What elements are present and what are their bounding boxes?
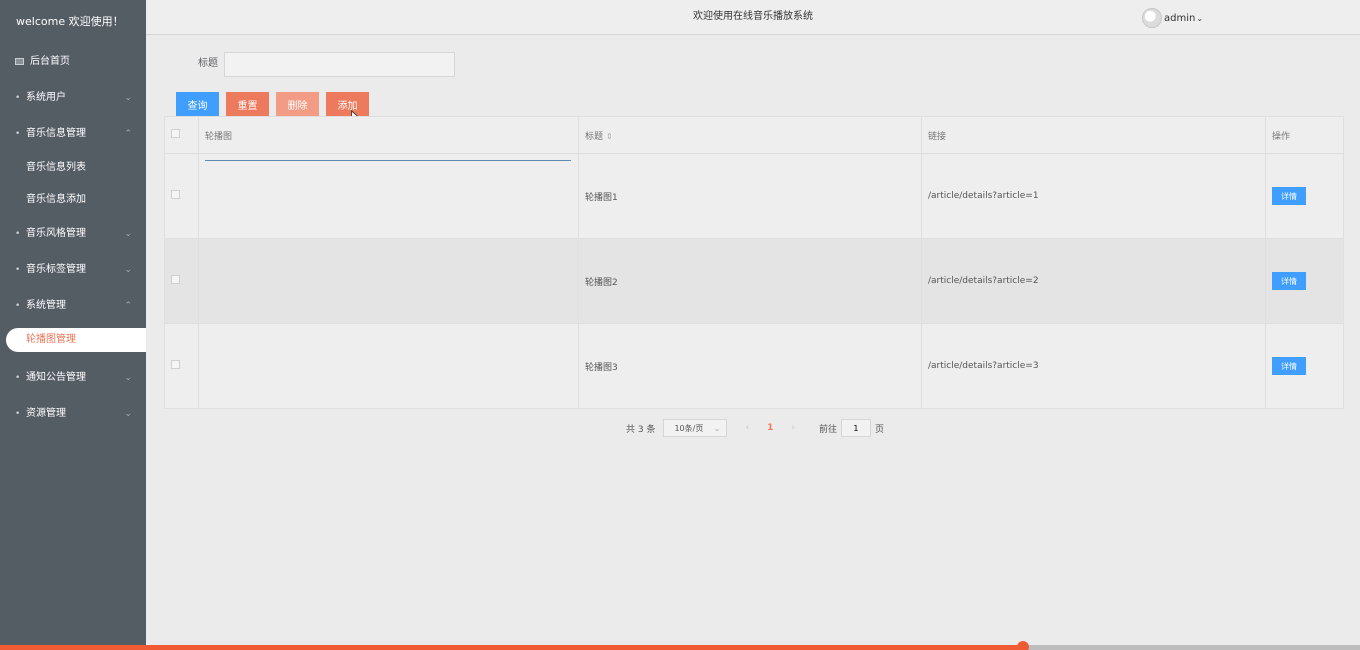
delete-button[interactable]: 删除 — [276, 92, 319, 116]
goto-suffix: 页 — [874, 424, 884, 435]
carousel-image-cell — [198, 238, 579, 324]
carousel-image-cell — [198, 153, 579, 239]
sidebar-item-label: 系统管理 — [26, 300, 66, 311]
sidebar-item-music-info[interactable]: • 音乐信息管理 ⌃ — [0, 116, 146, 152]
page-number-current[interactable]: 1 — [767, 423, 773, 433]
progress-fill — [0, 645, 1023, 650]
sidebar-item-home[interactable]: 后台首页 — [0, 44, 146, 80]
carousel-image-cell — [198, 323, 579, 409]
chevron-down-icon: ⌄ — [124, 93, 132, 103]
goto-label: 前往 — [818, 424, 837, 435]
link-cell: /article/details?article=3 — [921, 323, 1266, 409]
detail-button[interactable]: 详情 — [1272, 187, 1306, 205]
sidebar-item-music-tags[interactable]: • 音乐标签管理 ⌄ — [0, 252, 146, 288]
sidebar-item-label: 资源管理 — [26, 408, 66, 419]
sidebar-item-system-users[interactable]: • 系统用户 ⌄ — [0, 80, 146, 116]
chevron-down-icon: ⌄ — [124, 373, 132, 383]
row-checkbox[interactable] — [171, 275, 180, 284]
page-size-select[interactable]: 10条/页 ⌄ — [663, 419, 728, 437]
sidebar-item-music-style[interactable]: • 音乐风格管理 ⌄ — [0, 216, 146, 252]
progress-handle[interactable] — [1016, 641, 1029, 650]
bullet-icon: • — [15, 129, 21, 139]
chevron-down-icon: ⌄ — [124, 229, 132, 239]
column-header-actions: 操作 — [1265, 116, 1344, 154]
sidebar-subitem-music-add[interactable]: 音乐信息添加 — [0, 184, 146, 216]
sidebar-item-label: 后台首页 — [30, 56, 70, 67]
select-all-checkbox[interactable] — [171, 129, 180, 138]
actions-cell: 详情 — [1265, 238, 1344, 324]
sidebar-item-notices[interactable]: • 通知公告管理 ⌄ — [0, 360, 146, 396]
query-button[interactable]: 查询 — [176, 92, 219, 116]
sidebar-item-system-management[interactable]: • 系统管理 ⌃ — [0, 288, 146, 324]
sidebar-item-resources[interactable]: • 资源管理 ⌄ — [0, 396, 146, 432]
actions-cell: 详情 — [1265, 153, 1344, 239]
sidebar-item-label: 音乐信息管理 — [26, 128, 86, 139]
prev-page-icon[interactable]: ‹ — [745, 423, 749, 433]
link-cell: /article/details?article=2 — [921, 238, 1266, 324]
user-menu[interactable]: admin ⌄ — [1142, 8, 1203, 28]
image-loading-bar — [205, 160, 571, 161]
sort-icon[interactable]: ⇕ — [606, 132, 613, 141]
title-cell: 轮播图1 — [578, 153, 922, 239]
chevron-down-icon: ⌄ — [124, 409, 132, 419]
bullet-icon: • — [15, 301, 21, 311]
sidebar-subitem-music-list[interactable]: 音乐信息列表 — [0, 152, 146, 184]
sidebar-item-label: 音乐标签管理 — [26, 264, 86, 275]
detail-button[interactable]: 详情 — [1272, 357, 1306, 375]
column-header-link: 链接 — [921, 116, 1266, 154]
bullet-icon: • — [15, 265, 21, 275]
username: admin — [1164, 12, 1196, 24]
title-cell: 轮播图3 — [578, 323, 922, 409]
sidebar-item-label: 通知公告管理 — [26, 372, 86, 383]
avatar — [1142, 8, 1162, 28]
chevron-down-icon: ⌄ — [1196, 13, 1204, 23]
table-header-row: 轮播图 标题 ⇕ 链接 操作 — [164, 116, 1344, 154]
select-all-cell — [164, 116, 199, 154]
sidebar-brand: welcome 欢迎使用！ — [16, 15, 124, 28]
chevron-up-icon: ⌃ — [124, 129, 132, 139]
row-checkbox[interactable] — [171, 360, 180, 369]
pagination: 共 3 条 10条/页 ⌄ ‹ 1 › 前往 页 — [626, 418, 884, 438]
add-button[interactable]: 添加 — [326, 92, 369, 116]
main-content: 标题 查询 重置 删除 添加 轮播图 标题 ⇕ 链接 操作 轮播图1 /arti… — [146, 36, 1360, 646]
detail-button[interactable]: 详情 — [1272, 272, 1306, 290]
column-header-title-label: 标题 — [585, 131, 604, 142]
link-cell: /article/details?article=1 — [921, 153, 1266, 239]
row-checkbox[interactable] — [171, 190, 180, 199]
bullet-icon: • — [15, 409, 21, 419]
search-title-label: 标题 — [198, 58, 218, 69]
row-select-cell — [164, 153, 199, 239]
search-title-input[interactable] — [224, 52, 455, 77]
actions-cell: 详情 — [1265, 323, 1344, 409]
goto-page-input[interactable] — [840, 419, 871, 437]
page-size-value: 10条/页 — [674, 423, 704, 433]
monitor-icon — [15, 58, 24, 65]
column-header-image: 轮播图 — [198, 116, 579, 154]
pagination-total: 共 3 条 — [626, 424, 656, 435]
sidebar: welcome 欢迎使用！ 后台首页 • 系统用户 ⌄ • 音乐信息管理 ⌃ 音… — [0, 0, 146, 650]
sidebar-subitem-carousel[interactable]: 轮播图管理 — [6, 328, 146, 352]
sidebar-item-label: 系统用户 — [26, 92, 66, 103]
bullet-icon: • — [15, 373, 21, 383]
carousel-table: 轮播图 标题 ⇕ 链接 操作 轮播图1 /article/details?arti… — [164, 116, 1344, 409]
table-row: 轮播图3 /article/details?article=3 详情 — [164, 323, 1344, 409]
table-row: 轮播图1 /article/details?article=1 详情 — [164, 153, 1344, 239]
reset-button[interactable]: 重置 — [226, 92, 269, 116]
title-cell: 轮播图2 — [578, 238, 922, 324]
top-header: 欢迎使用在线音乐播放系统 admin ⌄ — [146, 0, 1360, 35]
page-progress-bar[interactable] — [0, 641, 1360, 650]
chevron-down-icon: ⌄ — [124, 265, 132, 275]
table-row: 轮播图2 /article/details?article=2 详情 — [164, 238, 1344, 324]
row-select-cell — [164, 323, 199, 409]
column-header-title[interactable]: 标题 ⇕ — [578, 116, 922, 154]
row-select-cell — [164, 238, 199, 324]
next-page-icon[interactable]: › — [791, 423, 795, 433]
bullet-icon: • — [15, 229, 21, 239]
chevron-down-icon: ⌄ — [713, 423, 721, 433]
chevron-up-icon: ⌃ — [124, 301, 132, 311]
bullet-icon: • — [15, 93, 21, 103]
sidebar-item-label: 音乐风格管理 — [26, 228, 86, 239]
